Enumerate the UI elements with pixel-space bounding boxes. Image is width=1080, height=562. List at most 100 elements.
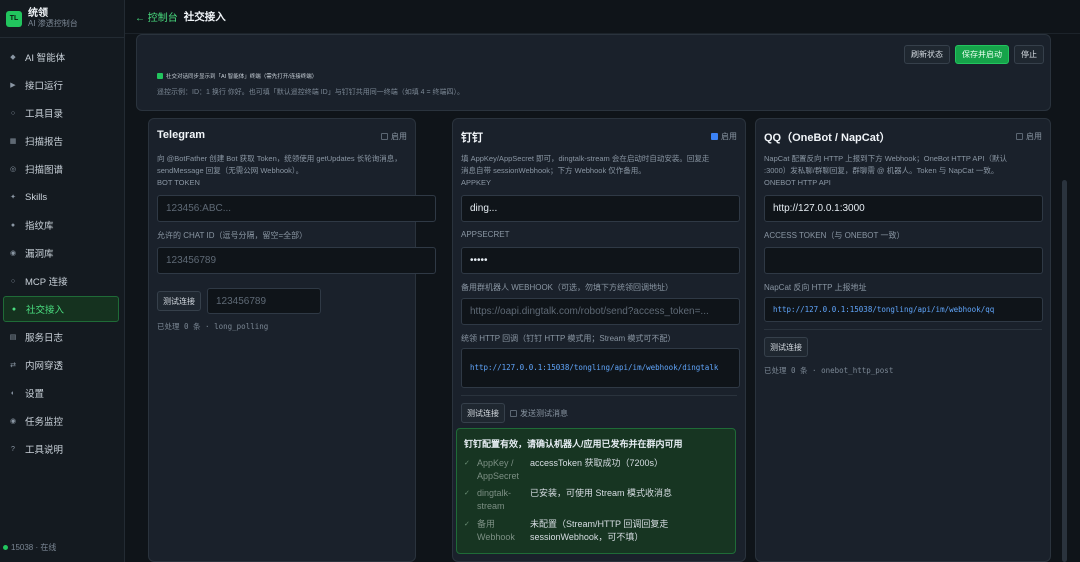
chat-id-label: 允许的 CHAT ID（逗号分隔，留空=全部） [157,231,308,240]
sidebar-item-service-log[interactable]: ▤ 服务日志 [3,324,119,350]
desc-line: 消息自带 sessionWebhook；下方 Webhook 仅作备用。 [461,166,646,175]
processed-count-note: 已处理 0 条 · long_polling [157,322,269,331]
sidebar-item-label: 社交接入 [26,305,65,316]
circle-icon: ○ [10,109,16,117]
card-title: QQ（OneBot / NapCat） [764,132,891,144]
card-description: NapCat 配置反向 HTTP 上报到下方 Webhook；OneBot HT… [764,153,1007,189]
sidebar: TL 统领 AI 渗透控制台 ◆ AI 智能体 ▶ 接口运行 ○ 工具目录 ▦ 扫描报告… [0,0,125,562]
telegram-enable-checkbox[interactable]: 启用 [381,131,407,142]
bug-icon: ◉ [9,250,17,257]
backup-webhook-input[interactable]: https://oapi.dingtalk.com/robot/send?acc… [461,298,740,325]
card-title: 钉钉 [461,132,483,144]
onebot-api-label: ONEBOT HTTP API [764,178,831,187]
bot-token-input[interactable]: 123456:ABC... [157,195,436,222]
checkbox-icon [510,410,517,417]
test-chat-id-input[interactable]: 123456789 [207,288,321,314]
sidebar-nav: ◆ AI 智能体 ▶ 接口运行 ○ 工具目录 ▦ 扫描报告 ◎ 扫描图谱 ✦ Skills … [0,38,124,462]
access-token-input[interactable] [764,247,1043,274]
napcat-report-url-field[interactable]: http://127.0.0.1:15038/tongling/api/im/w… [764,297,1043,322]
desc-line: 填 AppKey/AppSecret 即可，dingtalk-stream 会在… [461,154,710,163]
checkbox-icon [381,133,388,140]
desc-line: NapCat 配置反向 HTTP 上报到下方 Webhook；OneBot HT… [764,154,1007,163]
sidebar-item-scan-report[interactable]: ▦ 扫描报告 [3,128,119,154]
fingerprint-icon: ● [10,221,16,229]
sidebar-item-fingerprint[interactable]: ● 指纹库 [3,212,119,238]
desc-line: :3000）发私聊/群聊回复，群聊需 @ 机器人。Token 与 NapCat … [764,166,999,175]
check-icon: ✓ [464,460,470,467]
result-key: dingtalk-stream [477,488,512,511]
connection-status: 15038 · 在线 [3,542,56,553]
sidebar-item-label: MCP 连接 [25,277,68,288]
dingtalk-enable-checkbox[interactable]: 启用 [711,131,737,142]
telegram-card: Telegram 启用 向 @BotFather 创建 Bot 获取 Token… [148,118,436,562]
callback-label: 统领 HTTP 回调（钉钉 HTTP 模式用；Stream 模式可不配） [461,334,676,343]
sidebar-item-skills[interactable]: ✦ Skills [3,184,119,210]
sidebar-item-mcp[interactable]: ○ MCP 连接 [3,268,119,294]
sidebar-item-scan-graph[interactable]: ◎ 扫描图谱 [3,156,119,182]
sidebar-item-vuln-db[interactable]: ◉ 漏洞库 [3,240,119,266]
sidebar-item-tool-docs[interactable]: ? 工具说明 [3,436,119,462]
sidebar-item-tools[interactable]: ○ 工具目录 [3,100,119,126]
test-connection-button[interactable]: 测试连接 [461,403,505,423]
brand-logo: TL [6,10,22,27]
monitor-icon: ◉ [9,418,17,425]
sparkle-icon: ✦ [10,194,16,201]
back-to-console-link[interactable]: ← 控制台 [135,9,178,24]
qq-enable-checkbox[interactable]: 启用 [1016,131,1042,142]
enable-label: 启用 [721,132,737,141]
result-row: ✓ dingtalk-stream 已安装，可使用 Stream 模式收消息 [464,487,739,515]
tunnel-icon: ⇄ [10,362,16,369]
card-description: 向 @BotFather 创建 Bot 获取 Token，统领使用 getUpd… [157,153,402,189]
sidebar-item-ai-agent[interactable]: ◆ AI 智能体 [3,44,119,70]
test-connection-button[interactable]: 测试连接 [157,291,201,311]
help-icon: ? [11,445,15,453]
bot-token-label: BOT TOKEN [157,178,200,187]
result-value: 已安装，可使用 Stream 模式收消息 [530,488,673,498]
sidebar-item-task-monitor[interactable]: ◉ 任务监控 [3,408,119,434]
appkey-label: APPKEY [461,178,492,187]
result-row: ✓ AppKey / AppSecret accessToken 获取成功（72… [464,457,739,485]
checkbox-checked-icon [157,73,163,79]
sidebar-item-label: 接口运行 [25,81,64,92]
brand-subtitle: AI 渗透控制台 [28,19,78,28]
sidebar-item-api-run[interactable]: ▶ 接口运行 [3,72,119,98]
result-key: 备用 Webhook [477,519,515,542]
onebot-api-input[interactable]: http://127.0.0.1:3000 [764,195,1043,222]
sidebar-item-tunnel[interactable]: ⇄ 内网穿透 [3,352,119,378]
sidebar-item-label: 漏洞库 [25,249,54,260]
result-value: accessToken 获取成功（7200s） [530,458,664,468]
sidebar-item-label: AI 智能体 [25,53,66,64]
sidebar-item-label: 扫描图谱 [25,165,64,176]
sidebar-item-social[interactable]: ● 社交接入 [3,296,119,322]
agent-icon: ◆ [10,54,16,61]
appkey-input[interactable]: ding... [461,195,740,222]
desc-line: sendMessage 回复（无需公网 Webhook）。 [157,166,304,175]
qq-card: QQ（OneBot / NapCat） 启用 NapCat 配置反向 HTTP … [755,118,1051,562]
test-connection-button[interactable]: 测试连接 [764,337,808,357]
sidebar-item-label: 工具目录 [25,109,64,120]
status-dot-icon [3,545,8,550]
dingtalk-card: 钉钉 启用 填 AppKey/AppSecret 即可，dingtalk-str… [452,118,746,562]
chat-id-input[interactable]: 123456789 [157,247,436,274]
divider [461,395,737,396]
sidebar-item-label: 指纹库 [25,221,54,232]
scrollbar[interactable] [1062,180,1067,562]
callback-url-field[interactable]: http://127.0.0.1:15038/tongling/api/im/w… [461,348,740,388]
sync-terminal-checkbox[interactable]: 社交对话同步显示到「AI 智能体」终端（需先打开/连接终端） [157,72,317,80]
send-test-message-checkbox[interactable]: 发送测试消息 [510,408,568,419]
play-icon: ▶ [10,82,16,89]
check-icon: ✓ [464,521,470,528]
sidebar-item-settings[interactable]: ◐ 设置 [3,380,119,406]
topbar: ← 控制台 社交接入 [125,0,1080,34]
toolbar: 刷新状态 保存并启动 停止 [904,45,1044,64]
checkbox-icon [1016,133,1023,140]
sync-terminal-label: 社交对话同步显示到「AI 智能体」终端（需先打开/连接终端） [166,74,318,80]
config-result-box: 钉钉配置有效，请确认机器人/应用已发布并在群内可用 ✓ AppKey / App… [456,428,736,554]
stop-button[interactable]: 停止 [1014,45,1044,64]
processed-count-note: 已处理 0 条 · onebot_http_post [764,366,894,375]
save-and-start-button[interactable]: 保存并启动 [955,45,1009,64]
refresh-status-button[interactable]: 刷新状态 [904,45,950,64]
brand-name: 统领 [28,8,48,19]
graph-icon: ◎ [9,166,17,173]
appsecret-input[interactable]: ••••• [461,247,740,274]
